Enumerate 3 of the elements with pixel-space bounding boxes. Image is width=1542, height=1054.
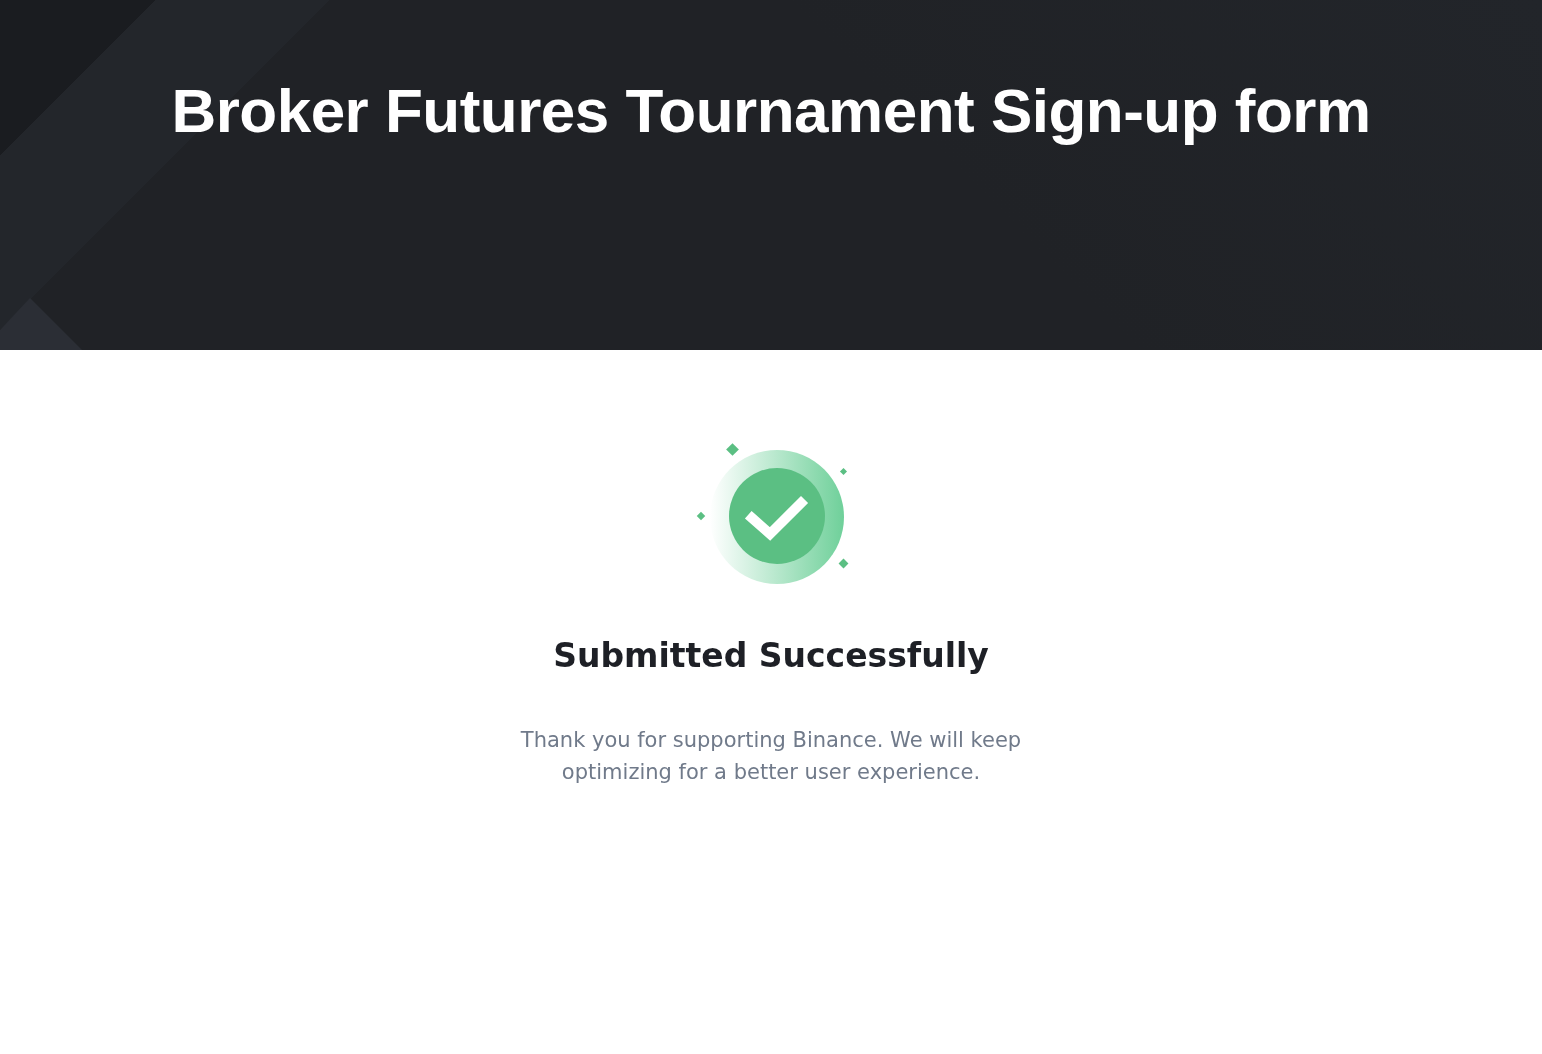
- page-title: Broker Futures Tournament Sign-up form: [171, 75, 1371, 147]
- success-message: Thank you for supporting Binance. We will keep optimizing for a better user experience.: [519, 727, 1023, 786]
- success-heading: Submitted Successfully: [553, 635, 989, 677]
